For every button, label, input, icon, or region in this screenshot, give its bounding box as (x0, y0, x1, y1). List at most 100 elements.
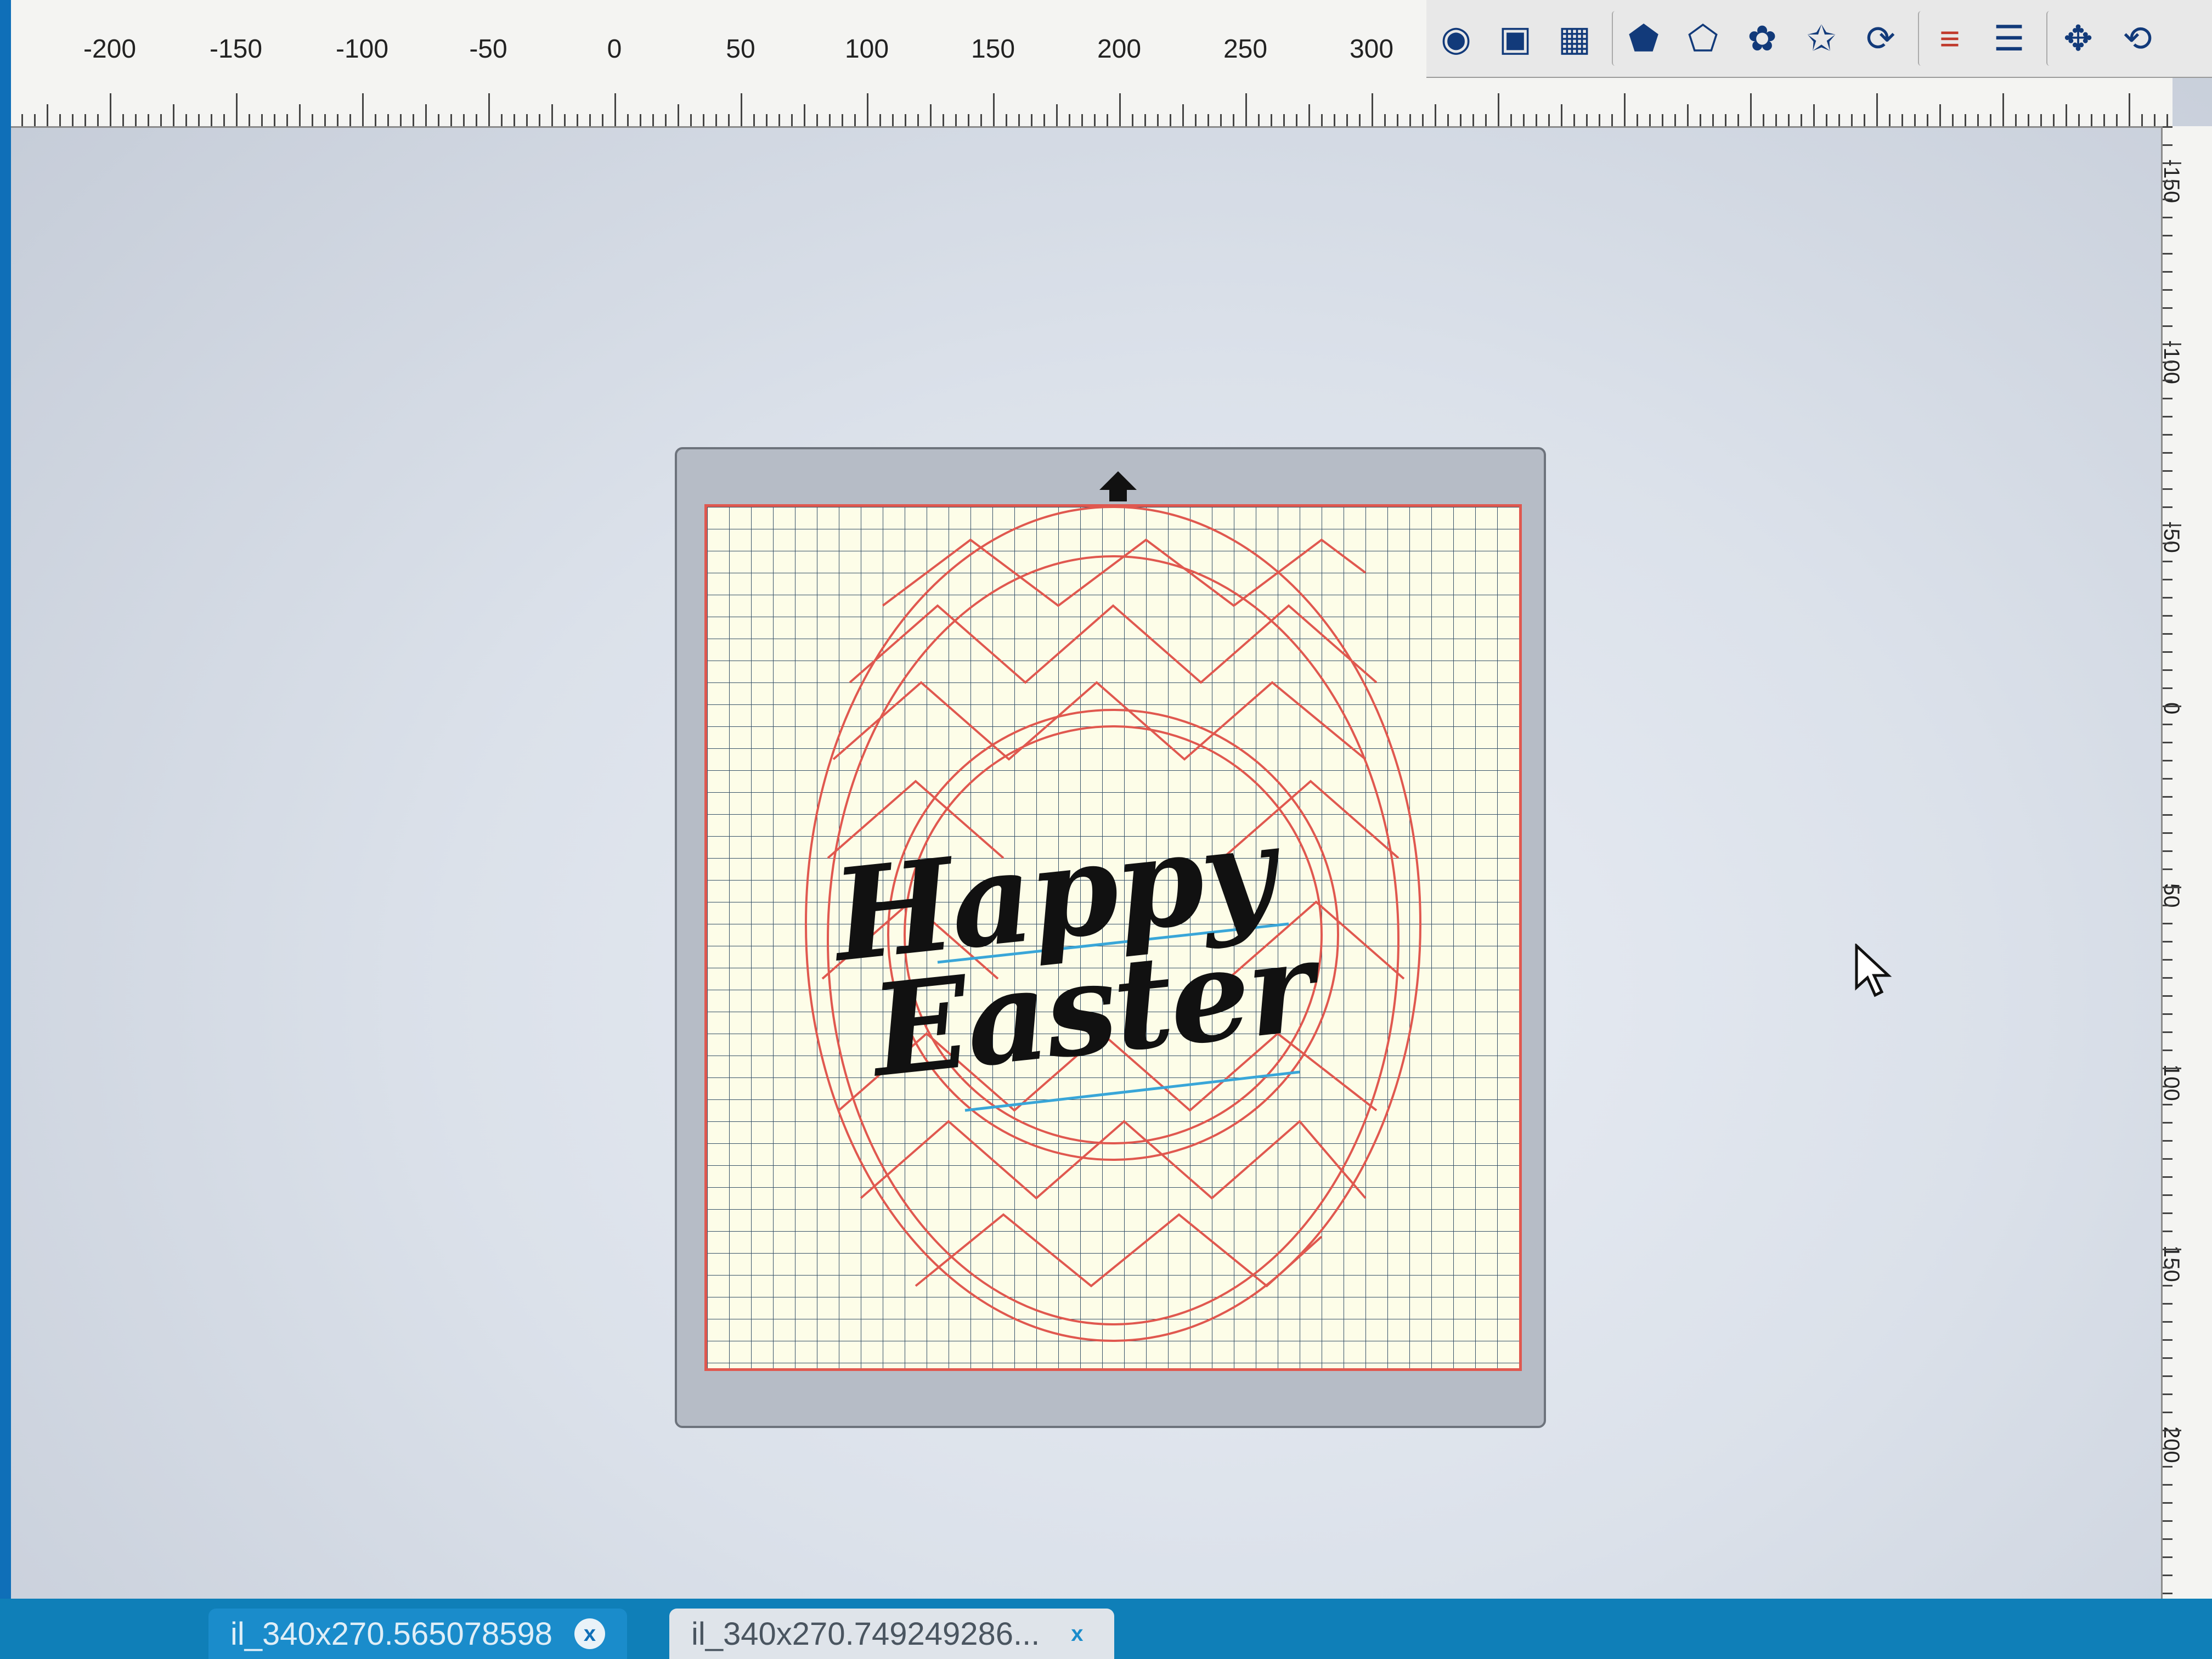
ruler-tick (1826, 114, 1827, 126)
star-outline-icon[interactable]: ✩ (1795, 11, 1848, 66)
ruler-tick (577, 114, 578, 126)
ruler-tick (223, 114, 225, 126)
replicate-icon[interactable]: ⟲ (2111, 11, 2164, 66)
ruler-tick (1056, 104, 1058, 126)
ruler-tick (1258, 114, 1260, 126)
ruler-tick (2163, 217, 2172, 218)
rotate-shape-icon[interactable]: ⟳ (1854, 11, 1907, 66)
fill-color-icon[interactable]: ◉ (1430, 11, 1482, 66)
ruler-tick (602, 114, 603, 126)
ruler-tick (1977, 114, 1979, 126)
ruler-tick (1901, 114, 1903, 126)
ruler-tick (2163, 687, 2172, 689)
ruler-tick (2163, 1357, 2172, 1359)
ruler-tick (1801, 114, 1802, 126)
ruler-tick (2163, 814, 2172, 816)
document-tab-bar: il_340x270.565078598 x il_340x270.749249… (0, 1599, 2212, 1659)
ruler-tick (2163, 579, 2172, 580)
ruler-tick (2129, 93, 2130, 126)
ruler-tick (1750, 93, 1752, 126)
vertical-ruler[interactable]: -150 -100 -50 0 50 100 150 200 (2159, 126, 2212, 1659)
ruler-tick (501, 114, 503, 126)
ruler-tick (1763, 114, 1764, 126)
ruler-tick (400, 114, 402, 126)
pentagon-outline-icon[interactable]: ⬠ (1677, 11, 1729, 66)
ruler-tick (198, 114, 200, 126)
ruler-top-label: -100 (335, 35, 389, 64)
ruler-tick (2163, 434, 2172, 436)
ruler-tick (2163, 524, 2181, 526)
line-style-icon[interactable]: ☰ (1983, 11, 2035, 66)
ruler-tick (2163, 488, 2172, 490)
ruler-tick (854, 114, 856, 126)
ruler-tick (425, 104, 427, 126)
ruler-tick (2163, 362, 2172, 363)
ruler-tick (2163, 1086, 2172, 1087)
ruler-tick (2163, 380, 2172, 381)
mat-grid[interactable]: Happy Easter (704, 504, 1522, 1371)
ruler-tick (2166, 114, 2168, 126)
ruler-tick (715, 114, 717, 126)
ruler-tick (2163, 1393, 2172, 1395)
ruler-tick (1207, 114, 1209, 126)
ruler-tick (2163, 1575, 2172, 1576)
ruler-tick (2163, 669, 2172, 671)
ruler-tick (2163, 1593, 2172, 1594)
rectangle-fill-icon[interactable]: ▣ (1489, 11, 1542, 66)
move-icon[interactable]: ✥ (2046, 11, 2104, 66)
left-edge-strip (0, 0, 11, 1659)
ruler-tick (1624, 93, 1626, 126)
line-color-icon[interactable]: ≡ (1918, 11, 1976, 66)
ruler-tick (1422, 114, 1424, 126)
ruler-tick (1334, 114, 1335, 126)
cutting-mat: Happy Easter (675, 447, 1546, 1428)
ruler-tick (299, 104, 301, 126)
ruler-tick (2163, 850, 2172, 852)
ruler-tick (930, 104, 932, 126)
document-tab[interactable]: il_340x270.565078598 x (208, 1609, 627, 1659)
pattern-fill-icon[interactable]: ▦ (1548, 11, 1601, 66)
ruler-tick (2163, 778, 2172, 780)
ruler-tick (2163, 1140, 2172, 1142)
document-tab-active[interactable]: il_340x270.749249286... x (669, 1609, 1115, 1659)
ruler-tick (2028, 114, 2029, 126)
ruler-tick (1649, 114, 1651, 126)
ruler-tick (778, 114, 780, 126)
ruler-tick (160, 114, 162, 126)
ruler-tick (1233, 114, 1234, 126)
ruler-tick (463, 114, 465, 126)
ruler-tick (375, 114, 376, 126)
ruler-tick (2163, 1194, 2172, 1196)
ruler-tick (1611, 114, 1613, 126)
close-tab-button[interactable]: x (574, 1618, 605, 1649)
ruler-tick (122, 114, 124, 126)
ruler-tick (2163, 561, 2172, 562)
ruler-tick (1094, 114, 1096, 126)
ruler-tick (1182, 104, 1184, 126)
ruler-tick (2163, 796, 2172, 798)
ruler-tick (59, 114, 61, 126)
ruler-tick (1245, 93, 1247, 126)
pentagon-icon[interactable]: ⬟ (1612, 11, 1670, 66)
ruler-tick (1107, 114, 1108, 126)
ruler-tick (2163, 1502, 2172, 1504)
ruler-tick (1296, 114, 1297, 126)
ruler-tick (678, 104, 679, 126)
ruler-tick (968, 114, 969, 126)
ruler-tick (274, 114, 275, 126)
ruler-tick (2163, 1448, 2172, 1449)
ruler-top-label: -150 (209, 35, 263, 64)
ruler-top-label: -50 (469, 35, 507, 64)
ruler-tick (2163, 144, 2172, 146)
flower-star-icon[interactable]: ✿ (1736, 11, 1788, 66)
ruler-tick (1132, 114, 1133, 126)
close-tab-button[interactable]: x (1062, 1618, 1092, 1649)
ruler-tick (955, 114, 957, 126)
ruler-tick (2163, 1249, 2181, 1250)
ruler-tick (1889, 114, 1891, 126)
ruler-tick (1851, 114, 1853, 126)
ruler-tick (84, 114, 86, 126)
ruler-tick (450, 114, 452, 126)
ruler-tick (2163, 126, 2172, 128)
ruler-right-label: 200 (2159, 1426, 2183, 1463)
